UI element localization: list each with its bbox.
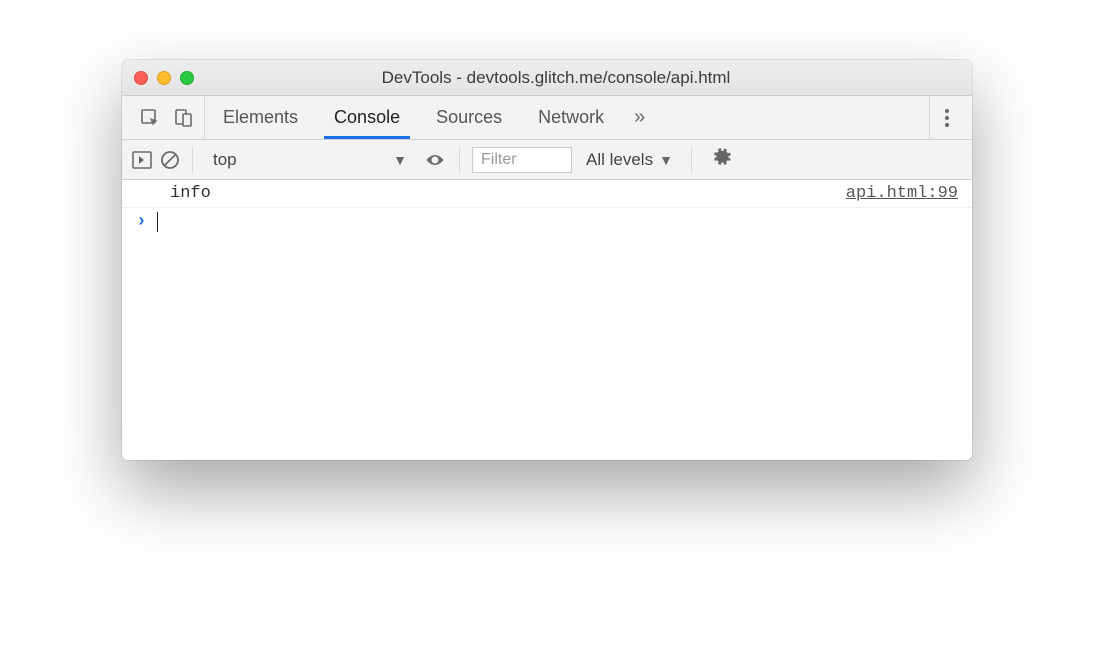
console-body: info api.html:99 › (122, 180, 972, 460)
toggle-sidebar-icon[interactable] (132, 151, 152, 169)
tab-sources[interactable]: Sources (418, 96, 520, 139)
more-options-button[interactable] (929, 96, 964, 139)
toolbar-divider (691, 148, 692, 172)
tab-console[interactable]: Console (316, 96, 418, 139)
live-expression-icon[interactable] (423, 152, 447, 168)
log-levels-selector[interactable]: All levels ▼ (580, 150, 679, 170)
console-settings-icon[interactable] (704, 147, 736, 172)
console-toolbar: top ▼ All levels ▼ (122, 140, 972, 180)
titlebar: DevTools - devtools.glitch.me/console/ap… (122, 60, 972, 96)
text-cursor (157, 212, 158, 232)
console-log-row: info api.html:99 (122, 180, 972, 208)
filter-input[interactable] (472, 147, 572, 173)
clear-console-icon[interactable] (160, 150, 180, 170)
panel-tabs: Elements Console Sources Network » (205, 96, 657, 139)
context-selector[interactable]: top ▼ (205, 146, 415, 174)
panel-tabs-row: Elements Console Sources Network » (122, 96, 972, 140)
tab-elements[interactable]: Elements (205, 96, 316, 139)
chevron-down-icon: ▼ (659, 152, 673, 168)
console-prompt[interactable]: › (122, 208, 972, 236)
console-log-source-link[interactable]: api.html:99 (846, 184, 958, 203)
chevron-down-icon: ▼ (393, 152, 407, 168)
inspect-element-icon[interactable] (140, 108, 160, 128)
console-log-message: info (170, 184, 211, 203)
device-toolbar-icon[interactable] (174, 108, 194, 128)
devtools-window: DevTools - devtools.glitch.me/console/ap… (122, 60, 972, 460)
inspect-tools (130, 96, 205, 139)
prompt-caret-icon: › (136, 212, 147, 232)
context-selector-label: top (213, 150, 237, 170)
close-window-button[interactable] (134, 71, 148, 85)
window-title: DevTools - devtools.glitch.me/console/ap… (152, 68, 960, 88)
tabs-overflow-button[interactable]: » (622, 96, 657, 139)
tab-network[interactable]: Network (520, 96, 622, 139)
toolbar-divider (192, 148, 193, 172)
toolbar-divider (459, 148, 460, 172)
log-levels-label: All levels (586, 150, 653, 170)
